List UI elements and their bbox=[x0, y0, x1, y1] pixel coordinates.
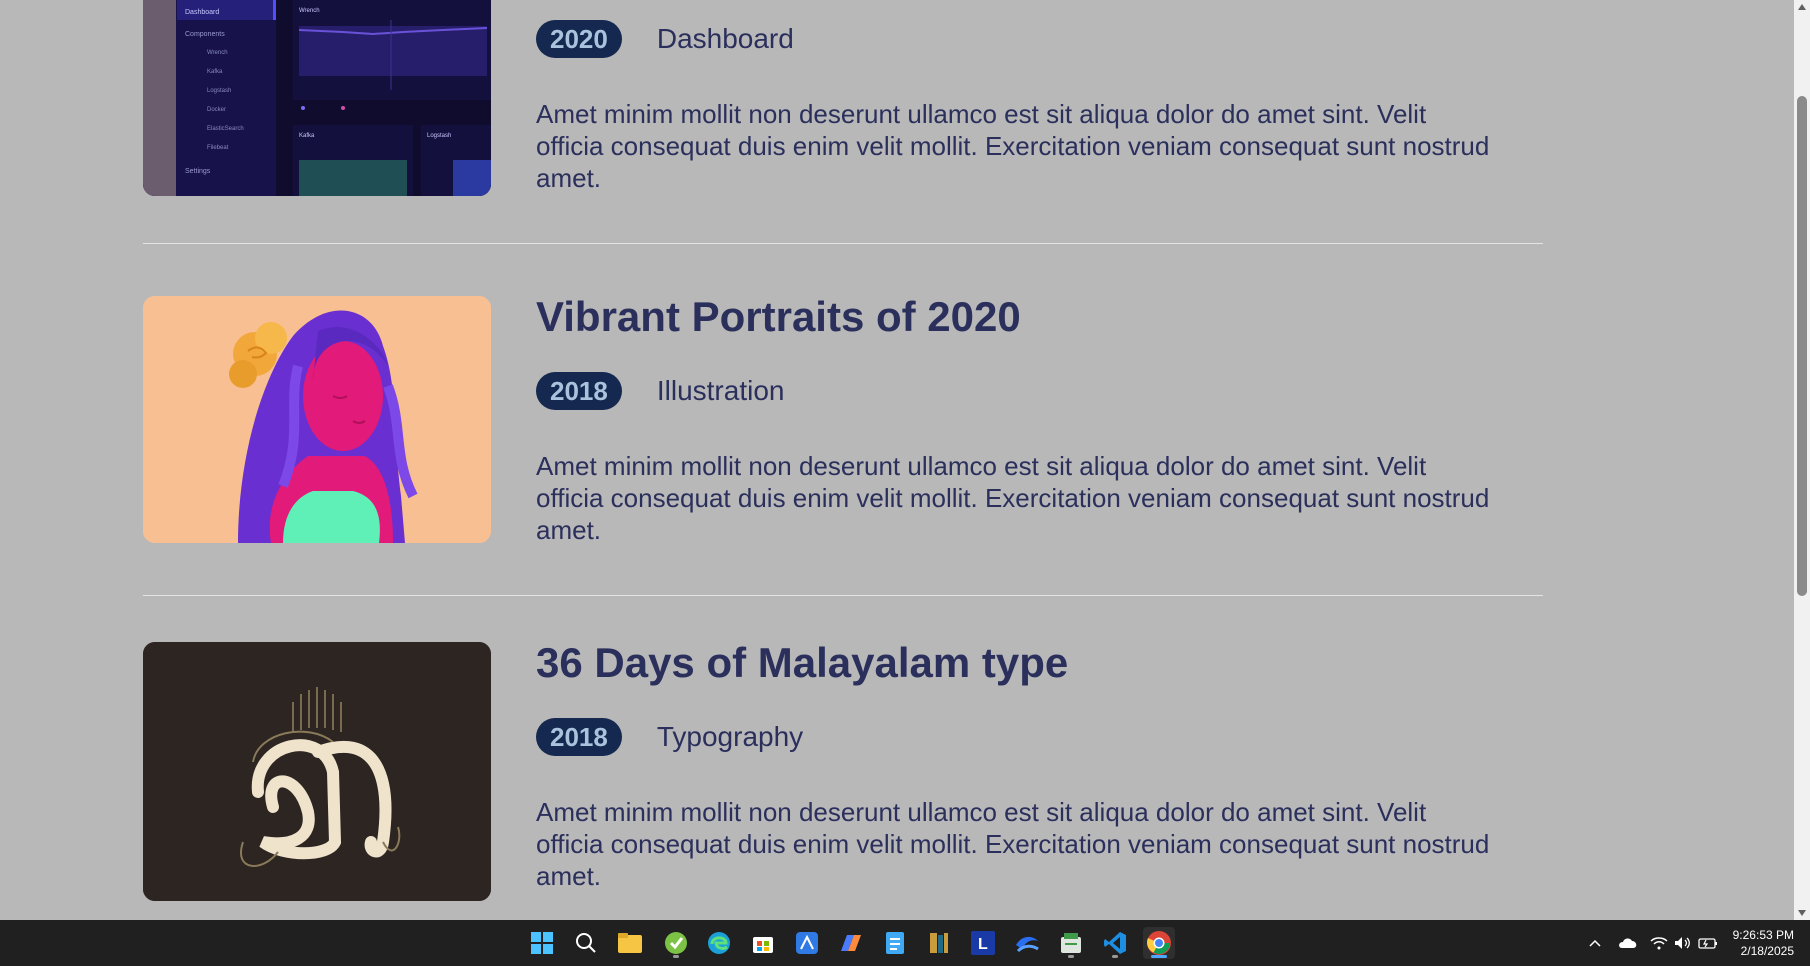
chrome-icon[interactable] bbox=[1143, 927, 1175, 959]
books-icon[interactable] bbox=[923, 927, 955, 959]
edge-icon[interactable] bbox=[703, 927, 735, 959]
store-icon[interactable] bbox=[747, 927, 779, 959]
divider bbox=[143, 243, 1543, 244]
work-meta: 2018 Illustration bbox=[536, 372, 1496, 410]
clock-date: 2/18/2025 bbox=[1740, 944, 1794, 958]
work-description: Amet minim mollit non deserunt ullamco e… bbox=[536, 99, 1490, 193]
malayalam-letter bbox=[143, 642, 491, 901]
work-info: 36 Days of Malayalam type 2018 Typograph… bbox=[536, 642, 1496, 892]
work-item: 36 Days of Malayalam type 2018 Typograph… bbox=[143, 642, 1543, 920]
preview-nav-item: Components bbox=[185, 31, 225, 38]
category-label: Illustration bbox=[656, 375, 785, 406]
app-icon[interactable] bbox=[791, 927, 823, 959]
preview-nav-item: ElasticSearch bbox=[207, 126, 244, 132]
work-title[interactable]: Vibrant Portraits of 2020 bbox=[536, 296, 1496, 338]
preview-nav-item: Settings bbox=[185, 168, 211, 175]
vertical-scrollbar[interactable] bbox=[1794, 0, 1810, 920]
scroll-down-arrow-icon[interactable] bbox=[1798, 910, 1806, 916]
cleaner-icon[interactable] bbox=[660, 927, 692, 959]
work-meta: 2018 Typography bbox=[536, 718, 1496, 756]
work-meta: 2020 Dashboard bbox=[536, 20, 1496, 58]
vscode-icon[interactable] bbox=[1099, 927, 1131, 959]
search-icon[interactable] bbox=[570, 927, 602, 959]
work-thumbnail-portrait[interactable] bbox=[143, 296, 491, 543]
preview-panel-title: Kafka bbox=[299, 133, 315, 139]
category-label: Dashboard bbox=[656, 23, 794, 54]
svg-text:L: L bbox=[978, 936, 988, 953]
work-info: 2020 Dashboard Amet minim mollit non des… bbox=[536, 20, 1496, 194]
work-description: Amet minim mollit non deserunt ullamco e… bbox=[536, 797, 1490, 891]
preview-panel-title: Logstash bbox=[427, 133, 451, 139]
preview-nav-item: Kafka bbox=[207, 69, 223, 75]
work-info: Vibrant Portraits of 2020 2018 Illustrat… bbox=[536, 296, 1496, 546]
year-badge: 2018 bbox=[536, 718, 622, 756]
work-description: Amet minim mollit non deserunt ullamco e… bbox=[536, 451, 1490, 545]
preview-nav-item: Wrench bbox=[207, 50, 228, 56]
wifi-icon[interactable] bbox=[1650, 920, 1668, 966]
windows-start-icon[interactable] bbox=[526, 927, 558, 959]
file-explorer-icon[interactable] bbox=[614, 927, 646, 959]
show-hidden-icons-icon[interactable] bbox=[1588, 920, 1602, 966]
volume-icon[interactable] bbox=[1674, 920, 1692, 966]
preview-nav-item: Logstash bbox=[207, 88, 231, 94]
year-badge: 2020 bbox=[536, 20, 622, 58]
app-icon[interactable] bbox=[1011, 927, 1043, 959]
page-viewport: Dashboard Components Wrench Kafka Logsta… bbox=[0, 0, 1794, 920]
system-clock[interactable]: 9:26:53 PM 2/18/2025 bbox=[1733, 927, 1794, 959]
work-item: Vibrant Portraits of 2020 2018 Illustrat… bbox=[143, 296, 1543, 596]
divider bbox=[143, 595, 1543, 596]
copilot-icon[interactable] bbox=[835, 927, 867, 959]
category-label: Typography bbox=[656, 721, 804, 752]
preview-nav-item: Dashboard bbox=[185, 9, 219, 16]
portrait-illustration bbox=[143, 296, 491, 543]
scrollbar-thumb[interactable] bbox=[1797, 96, 1807, 596]
work-title[interactable]: 36 Days of Malayalam type bbox=[536, 642, 1496, 684]
terminal-icon[interactable] bbox=[1055, 927, 1087, 959]
preview-nav-item: Docker bbox=[207, 107, 226, 113]
year-badge: 2018 bbox=[536, 372, 622, 410]
clock-time: 9:26:53 PM bbox=[1732, 928, 1794, 942]
preview-nav-item: Filebeat bbox=[207, 145, 229, 151]
work-item: Dashboard Components Wrench Kafka Logsta… bbox=[143, 0, 1543, 242]
onedrive-cloud-icon[interactable] bbox=[1618, 920, 1638, 966]
taskbar: L 9:26:53 PM 2/18/2025 bbox=[0, 920, 1810, 966]
work-thumbnail-typography[interactable] bbox=[143, 642, 491, 901]
preview-panel-title: Wrench bbox=[299, 8, 320, 14]
scroll-up-arrow-icon[interactable] bbox=[1798, 4, 1806, 10]
dashboard-screenshot: Dashboard Components Wrench Kafka Logsta… bbox=[143, 0, 491, 196]
l-app-icon[interactable]: L bbox=[967, 927, 999, 959]
notepad-icon[interactable] bbox=[879, 927, 911, 959]
battery-icon[interactable] bbox=[1698, 920, 1718, 966]
work-thumbnail-dashboard[interactable]: Dashboard Components Wrench Kafka Logsta… bbox=[143, 0, 491, 196]
